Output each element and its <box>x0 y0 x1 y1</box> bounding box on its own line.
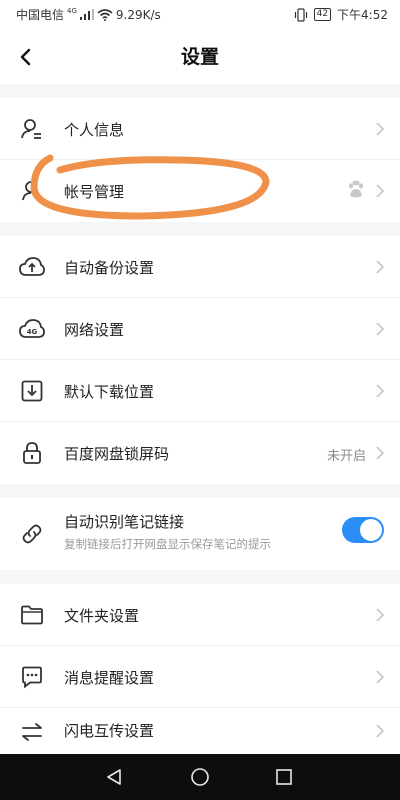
settings-item-folder[interactable]: 文件夹设置 <box>0 584 400 646</box>
item-label: 消息提醒设置 <box>64 669 155 687</box>
chevron-right-icon <box>374 723 386 739</box>
item-label: 文件夹设置 <box>64 607 140 625</box>
transfer-icon <box>18 718 46 746</box>
chevron-right-icon <box>374 669 386 685</box>
settings-item-download-location[interactable]: 默认下载位置 <box>0 360 400 422</box>
title-bar: 设置 <box>0 28 400 84</box>
system-nav-bar <box>0 754 400 800</box>
status-bar: 中国电信 4G 9.29K/s 42 下午4:52 <box>0 0 400 28</box>
item-subtitle: 复制链接后打开网盘显示保存笔记的提示 <box>64 537 271 551</box>
folder-icon <box>18 601 46 629</box>
network-speed: 9.29K/s <box>115 7 161 22</box>
account-icon <box>18 177 46 205</box>
item-label: 默认下载位置 <box>64 383 155 401</box>
cloud-4g-text: 4G <box>27 328 38 336</box>
nav-back-button[interactable] <box>102 765 126 789</box>
chevron-right-icon <box>374 445 386 461</box>
person-icon <box>18 115 46 143</box>
item-label: 网络设置 <box>64 321 125 339</box>
message-icon <box>18 663 46 691</box>
baidu-paw-icon <box>346 180 366 204</box>
wifi-icon <box>97 8 113 21</box>
item-label: 自动识别笔记链接 <box>64 513 185 531</box>
nav-recents-button[interactable] <box>272 765 296 789</box>
settings-item-account[interactable]: 帐号管理 <box>0 160 400 222</box>
chevron-right-icon <box>374 121 386 137</box>
settings-item-note-link: 自动识别笔记链接 复制链接后打开网盘显示保存笔记的提示 <box>0 498 400 570</box>
chevron-right-icon <box>374 321 386 337</box>
item-label: 个人信息 <box>64 121 125 139</box>
vibrate-icon <box>294 7 307 22</box>
settings-item-network[interactable]: 4G 网络设置 <box>0 298 400 360</box>
lock-status-value: 未开启 <box>326 449 366 464</box>
settings-item-lock-code[interactable]: 百度网盘锁屏码 未开启 <box>0 422 400 484</box>
nav-home-button[interactable] <box>188 765 212 789</box>
chevron-right-icon <box>374 259 386 275</box>
section-gap <box>0 570 400 584</box>
lock-icon <box>18 439 46 467</box>
item-label: 自动备份设置 <box>64 259 155 277</box>
settings-item-personal-info[interactable]: 个人信息 <box>0 98 400 160</box>
signal-icon <box>79 9 94 20</box>
note-link-toggle[interactable] <box>342 517 384 543</box>
clock: 下午4:52 <box>337 8 388 22</box>
carrier-label: 中国电信 <box>16 8 65 22</box>
item-label: 帐号管理 <box>64 183 125 201</box>
chevron-right-icon <box>374 383 386 399</box>
link-icon <box>18 520 46 548</box>
settings-item-auto-backup[interactable]: 自动备份设置 <box>0 236 400 298</box>
cloud-upload-icon <box>18 253 46 281</box>
section-gap <box>0 84 400 98</box>
section-gap <box>0 484 400 498</box>
square-recents-icon <box>276 769 292 785</box>
circle-home-icon <box>191 768 209 786</box>
battery-level: 42 <box>313 8 332 21</box>
settings-item-quick-transfer[interactable]: 闪电互传设置 <box>0 708 400 754</box>
item-label: 闪电互传设置 <box>64 722 155 740</box>
item-label: 百度网盘锁屏码 <box>64 445 170 463</box>
network-type: 4G <box>67 6 77 15</box>
toggle-knob <box>360 519 382 541</box>
triangle-back-icon <box>107 769 121 785</box>
section-gap <box>0 222 400 236</box>
download-icon <box>18 377 46 405</box>
chevron-right-icon <box>374 607 386 623</box>
page-title: 设置 <box>180 46 219 68</box>
cloud-4g-icon: 4G <box>18 315 46 343</box>
chevron-right-icon <box>374 183 386 199</box>
settings-item-message-alerts[interactable]: 消息提醒设置 <box>0 646 400 708</box>
